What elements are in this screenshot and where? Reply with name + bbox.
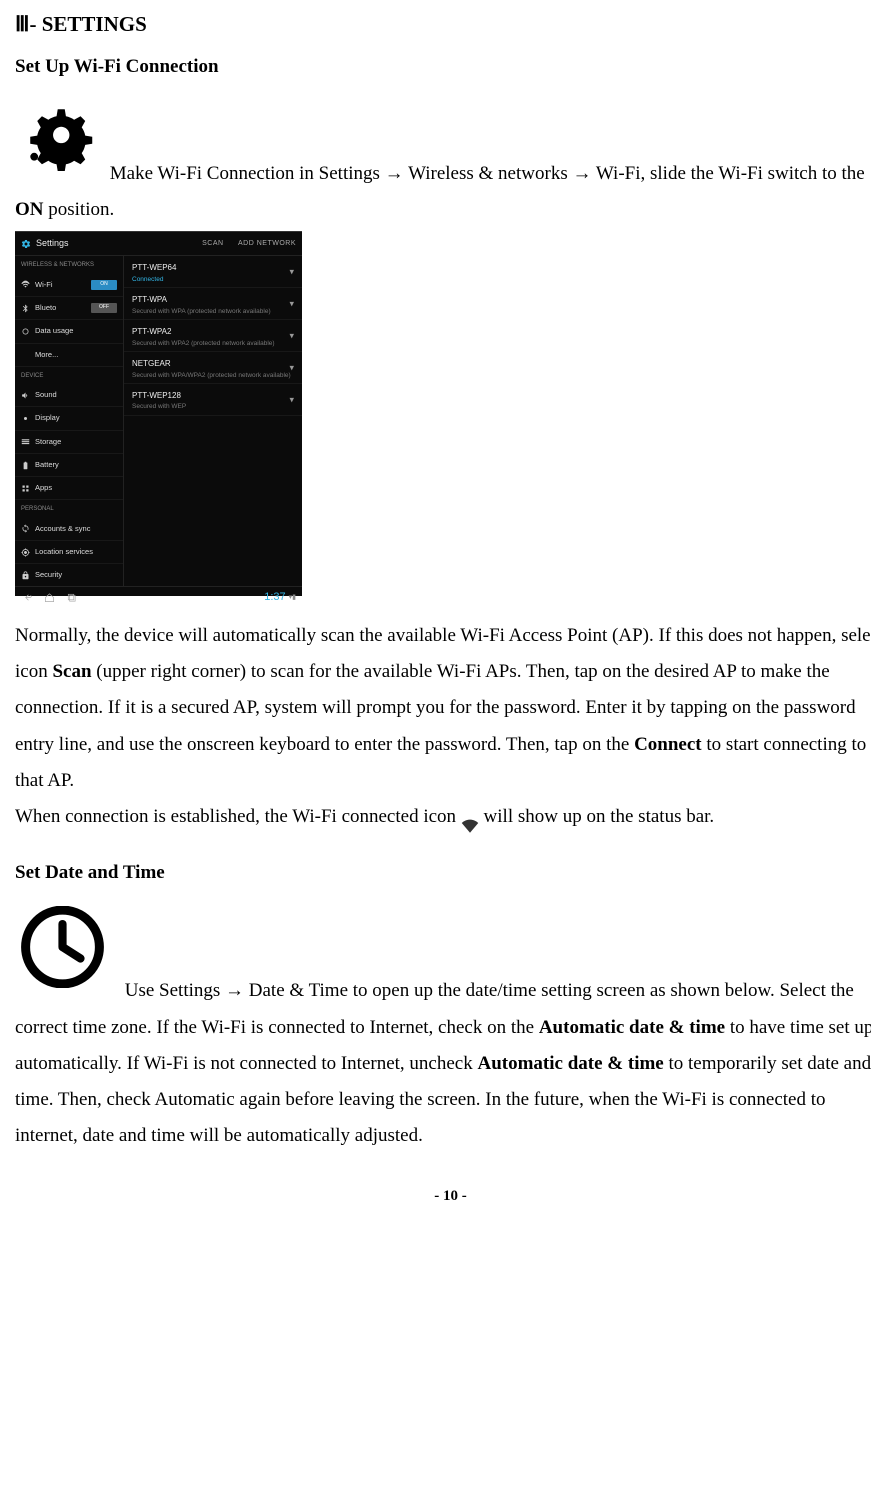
text-bold: Automatic date & time [539,1017,725,1038]
section-heading-datetime: Set Date and Time [15,860,871,887]
network-status: Secured with WPA/WPA2 (protected network… [132,372,294,380]
ss-header-title: Settings [36,235,69,252]
text-run: Use Settings [120,981,225,1002]
wifi-connected-icon [461,810,479,824]
wifi-signal-icon: ▾ [289,391,294,408]
sidebar-label: Battery [35,458,59,472]
clock-icon [15,906,110,1001]
text-run: position. [44,199,115,220]
sidebar-label: Display [35,411,60,425]
home-icon[interactable] [43,592,55,604]
wifi-icon [21,280,30,289]
apps-icon [21,484,30,493]
text-bold: Automatic date & time [477,1053,663,1074]
network-status: Connected [132,276,294,284]
sidebar-item-bluetooth[interactable]: Blueto OFF [15,297,123,320]
page-title: Ⅲ- SETTINGS [15,10,871,39]
ss-section-label: WIRELESS & NETWORKS [15,256,123,273]
text-run: When connection is established, the Wi-F… [15,806,461,827]
sidebar-label: Security [35,568,62,582]
text-run: Wireless & networks [404,163,573,184]
sidebar-item-accounts[interactable]: Accounts & sync [15,518,123,541]
wifi-network-item[interactable]: PTT-WPA Secured with WPA (protected netw… [124,288,302,320]
text-bold: Scan [52,661,91,682]
text-bold: ON [15,199,44,220]
network-name: PTT-WPA [132,292,294,307]
wifi-network-item[interactable]: NETGEAR Secured with WPA/WPA2 (protected… [124,352,302,384]
text-run: Make Wi-Fi Connection in Settings [105,163,385,184]
back-icon[interactable] [21,592,33,604]
network-status: Secured with WEP [132,403,294,411]
text-run: the Wi-Fi switch to the [691,163,865,184]
sidebar-label: Data usage [35,324,73,338]
wifi-signal-icon: ▾ [289,263,294,280]
sound-icon [21,391,30,400]
network-name: PTT-WEP64 [132,260,294,275]
wifi-body-paragraph-2: When connection is established, the Wi-F… [15,799,871,835]
sidebar-label: Location services [35,545,93,559]
wifi-network-item[interactable]: PTT-WEP128 Secured with WEP ▾ [124,384,302,416]
network-status: Secured with WPA (protected network avai… [132,308,294,316]
sidebar-item-security[interactable]: Security [15,564,123,586]
network-name: PTT-WPA2 [132,324,294,339]
sidebar-label: Wi-Fi [35,278,53,292]
wifi-toggle[interactable]: ON [91,280,117,290]
ss-time: 1:37 ▾▮ [264,587,296,608]
ss-section-label: PERSONAL [15,500,123,517]
wifi-network-item[interactable]: PTT-WPA2 Secured with WPA2 (protected ne… [124,320,302,352]
sidebar-label: Blueto [35,301,56,315]
settings-icon [15,106,95,184]
wifi-network-item[interactable]: PTT-WEP64 Connected ▾ [124,256,302,288]
sidebar-label: Storage [35,435,61,449]
text-run: Date & Time to open up the date/time set… [244,981,670,1002]
sidebar-item-wifi[interactable]: Wi-Fi ON [15,274,123,297]
text-bold: Connect [634,734,702,755]
sidebar-item-data[interactable]: Data usage [15,320,123,343]
sync-icon [21,524,30,533]
ss-section-label: DEVICE [15,367,123,384]
lock-icon [21,571,30,580]
storage-icon [21,437,30,446]
battery-icon [21,461,30,470]
display-icon [21,414,30,423]
ss-header: Settings SCAN ADD NETWORK [15,231,302,256]
wifi-signal-icon: ▾ [289,327,294,344]
recents-icon[interactable] [65,592,77,604]
arrow-icon: → [225,981,244,1002]
sidebar-item-sound[interactable]: Sound [15,384,123,407]
bluetooth-toggle[interactable]: OFF [91,303,117,313]
ss-scan-button[interactable]: SCAN [202,240,223,247]
wifi-body-paragraph-1: Normally, the device will automatically … [15,618,871,798]
sidebar-item-storage[interactable]: Storage [15,431,123,454]
wifi-signal-icon: ▾ [289,359,294,376]
bluetooth-icon [21,304,30,313]
arrow-icon: → [385,163,404,184]
section-heading-wifi: Set Up Wi-Fi Connection [15,54,871,81]
network-name: PTT-WEP128 [132,388,294,403]
arrow-icon: → [572,163,591,184]
network-status: Secured with WPA2 (protected network ava… [132,340,294,348]
embedded-screenshot-settings: Settings SCAN ADD NETWORK WIRELESS & NET… [15,231,302,596]
wifi-signal-icon: ▾ [289,295,294,312]
sidebar-label: More... [35,348,58,362]
text-run: Wi-Fi, slide [591,163,690,184]
ss-add-network-button[interactable]: ADD NETWORK [238,240,296,247]
sidebar-label: Accounts & sync [35,522,90,536]
text-run: will show up on the status bar. [479,806,714,827]
datetime-paragraph: Use Settings → Date & Time to open up th… [15,906,871,1154]
wifi-setup-paragraph-1: Make Wi-Fi Connection in Settings → Wire… [15,106,871,228]
sidebar-item-battery[interactable]: Battery [15,454,123,477]
data-usage-icon [21,327,30,336]
wifi-status-icon: ▾▮ [289,591,296,604]
location-icon [21,548,30,557]
sidebar-label: Apps [35,481,52,495]
sidebar-label: Sound [35,388,57,402]
page-number: - 10 - [15,1182,871,1211]
sidebar-item-display[interactable]: Display [15,407,123,430]
sidebar-item-more[interactable]: More... [15,344,123,367]
sidebar-item-location[interactable]: Location services [15,541,123,564]
sidebar-item-apps[interactable]: Apps [15,477,123,500]
network-name: NETGEAR [132,356,294,371]
